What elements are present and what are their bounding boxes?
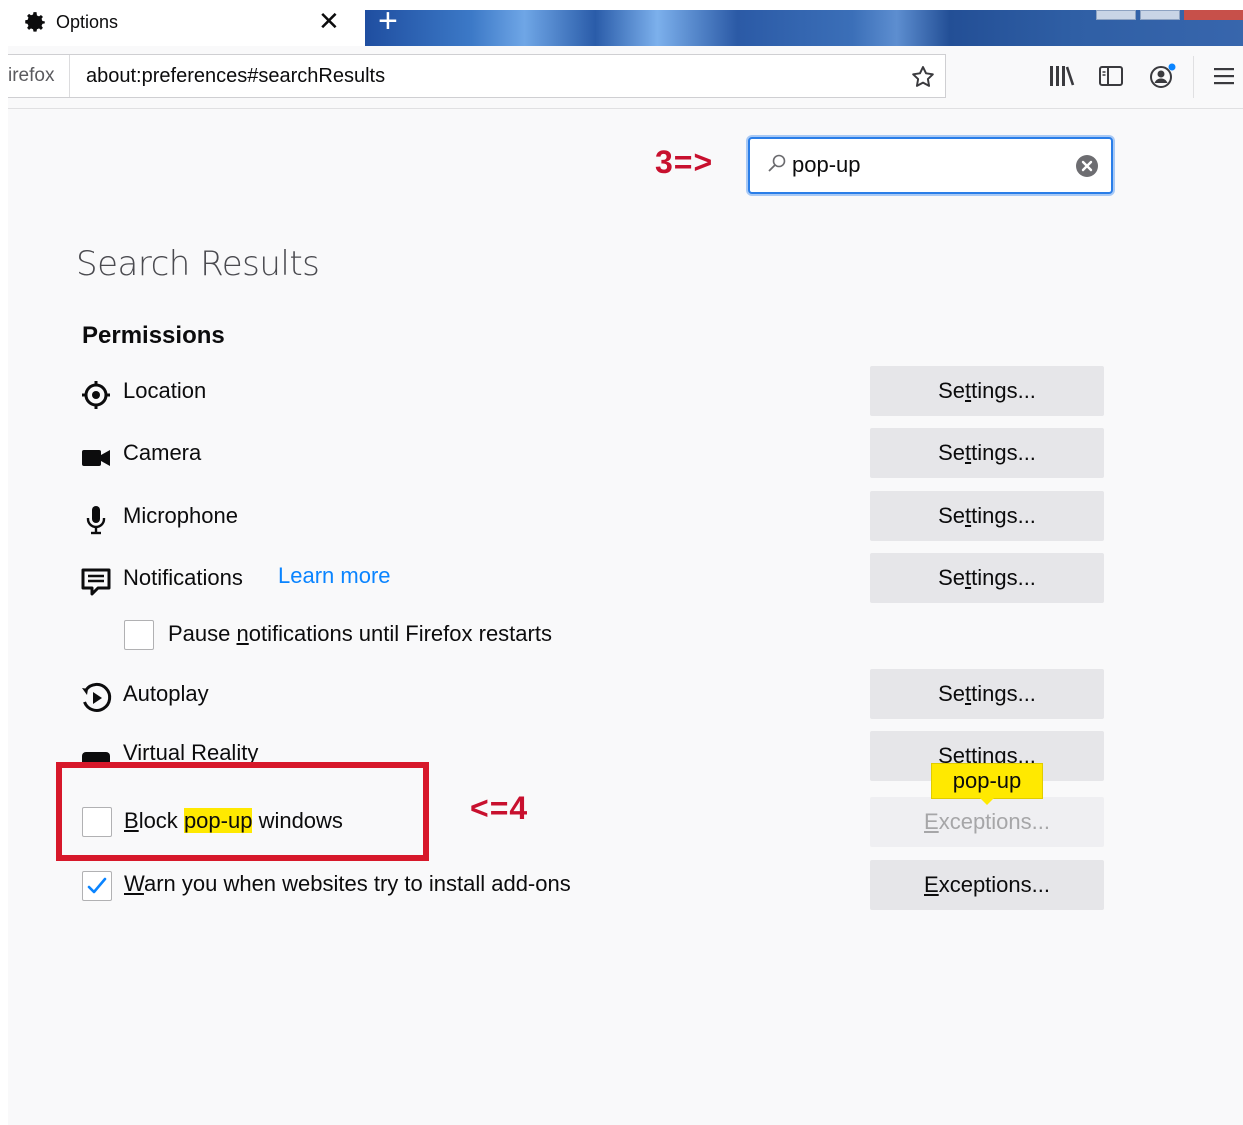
close-window-button[interactable] <box>1184 10 1243 20</box>
page-title: Search Results <box>76 244 320 284</box>
minimize-button[interactable] <box>1096 10 1136 20</box>
notifications-settings-button[interactable]: Settings... <box>870 553 1104 603</box>
permission-label-notifications: Notifications <box>123 565 243 590</box>
annotation-step-4: <=4 <box>470 790 529 826</box>
maximize-button[interactable] <box>1140 10 1180 20</box>
autoplay-settings-button[interactable]: Settings... <box>870 669 1104 719</box>
checkmark-icon <box>87 877 107 894</box>
new-tab-button[interactable]: + <box>378 4 398 38</box>
hamburger-menu-icon[interactable] <box>1213 66 1235 86</box>
tab-options[interactable]: Options ✕ <box>8 0 356 46</box>
permissions-heading: Permissions <box>82 322 225 349</box>
camera-icon <box>82 450 110 466</box>
clear-search-icon[interactable] <box>1075 154 1099 178</box>
sidebar-icon[interactable] <box>1098 64 1124 88</box>
permission-label-camera: Camera <box>123 440 202 465</box>
permission-label-location: Location <box>123 378 207 403</box>
url-text[interactable]: about:preferences#searchResults <box>86 55 385 97</box>
permission-label-microphone: Microphone <box>123 503 238 528</box>
account-icon[interactable] <box>1148 62 1178 90</box>
pause-notifications-label: Pause notifications until Firefox restar… <box>168 621 552 646</box>
url-bar[interactable]: irefox about:preferences#searchResults <box>8 54 946 98</box>
permission-label-autoplay: Autoplay <box>123 681 209 706</box>
warn-addons-checkbox[interactable] <box>82 871 112 901</box>
tooltip-arrow <box>979 797 995 805</box>
location-settings-button[interactable]: Settings... <box>870 366 1104 416</box>
learn-more-link[interactable]: Learn more <box>278 563 391 589</box>
camera-settings-button[interactable]: Settings... <box>870 428 1104 478</box>
tab-close-button[interactable]: ✕ <box>318 8 340 34</box>
library-icon[interactable] <box>1048 63 1076 89</box>
tab-title: Options <box>56 12 119 32</box>
search-icon <box>768 154 786 172</box>
autoplay-icon <box>82 682 112 712</box>
toolbar-separator <box>1193 56 1194 98</box>
search-tooltip: pop-up <box>931 763 1043 799</box>
location-icon <box>82 381 110 409</box>
gear-icon <box>25 12 45 32</box>
annotation-step-3: 3=> <box>655 144 714 180</box>
pause-notifications-checkbox[interactable] <box>124 620 154 650</box>
window-controls <box>1096 10 1243 20</box>
tab-strip: Options ✕ + <box>8 0 1243 46</box>
microphone-icon <box>86 506 106 535</box>
preferences-search-input[interactable]: pop-up <box>748 137 1113 194</box>
notifications-icon <box>81 568 111 596</box>
bookmark-star-icon[interactable] <box>910 64 936 90</box>
addons-exceptions-button[interactable]: Exceptions... <box>870 860 1104 910</box>
microphone-settings-button[interactable]: Settings... <box>870 491 1104 541</box>
search-value[interactable]: pop-up <box>792 152 861 178</box>
warn-addons-label: Warn you when websites try to install ad… <box>124 871 571 896</box>
identity-box[interactable]: irefox <box>8 55 70 97</box>
navigation-toolbar: irefox about:preferences#searchResults <box>8 46 1243 109</box>
annotation-red-box <box>56 762 429 861</box>
